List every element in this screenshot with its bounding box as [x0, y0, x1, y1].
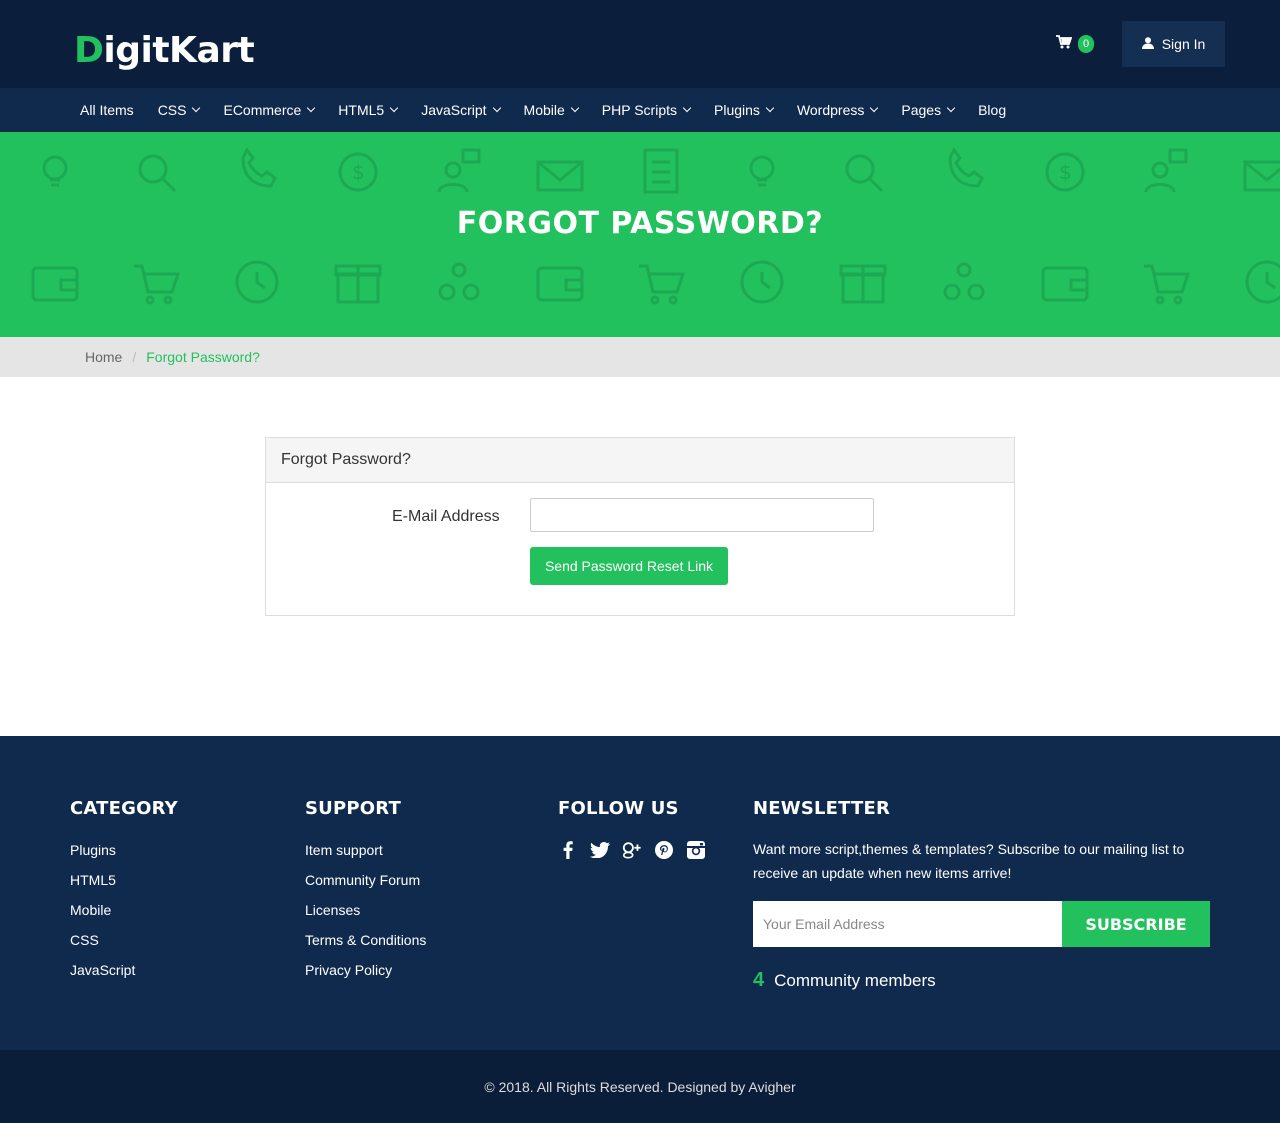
- logo-initial: D: [74, 30, 104, 71]
- category-link[interactable]: Plugins: [70, 841, 178, 871]
- copyright-text: © 2018. All Rights Reserved. Designed by…: [484, 1078, 796, 1095]
- support-link[interactable]: Licenses: [305, 901, 426, 931]
- copyright-bar: © 2018. All Rights Reserved. Designed by…: [0, 1050, 1280, 1123]
- nav-item-label: All Items: [80, 102, 134, 118]
- chevron-down-icon: [389, 103, 399, 113]
- user-icon: [1141, 36, 1154, 52]
- community-label: Community members: [774, 971, 936, 990]
- chevron-down-icon: [307, 103, 316, 113]
- site-logo[interactable]: DigitKart: [74, 30, 255, 72]
- breadcrumb-current: Forgot Password?: [146, 349, 260, 365]
- logo-text: igitKart: [103, 30, 255, 71]
- svg-text:$: $: [352, 160, 365, 184]
- cart-icon: [1056, 34, 1073, 54]
- chevron-down-icon: [946, 103, 956, 113]
- email-label: E-Mail Address: [392, 508, 500, 525]
- nav-item-label: CSS: [157, 102, 187, 118]
- nav-item-mobile[interactable]: Mobile: [523, 102, 580, 118]
- nav-item-label: Plugins: [714, 102, 760, 118]
- category-list: Plugins HTML5 Mobile CSS JavaScript: [70, 841, 178, 991]
- footer-follow-title: FOLLOW US: [558, 798, 679, 819]
- nav-item-pages[interactable]: Pages: [901, 102, 956, 118]
- cart-count-badge: 0: [1078, 35, 1095, 53]
- nav-item-label: Wordpress: [796, 102, 865, 118]
- sign-in-button[interactable]: Sign In: [1122, 21, 1225, 67]
- support-link[interactable]: Community Forum: [305, 871, 426, 901]
- nav-item-label: Blog: [978, 102, 1007, 118]
- nav-item-plugins[interactable]: Plugins: [714, 102, 775, 118]
- nav-item-blog[interactable]: Blog: [978, 102, 1006, 118]
- category-link[interactable]: Mobile: [70, 901, 178, 931]
- nav-item-label: Mobile: [523, 102, 565, 118]
- main-content: Forgot Password? E-Mail Address Send Pas…: [0, 377, 1280, 736]
- support-link[interactable]: Item support: [305, 841, 426, 871]
- main-nav: All Items CSS ECommerce HTML5 JavaScript Mobi…: [0, 88, 1280, 132]
- category-link[interactable]: CSS: [70, 931, 178, 961]
- category-link[interactable]: JavaScript: [70, 961, 178, 991]
- newsletter-email-input[interactable]: [753, 901, 1062, 947]
- top-header: DigitKart 0 Sign In: [0, 0, 1280, 88]
- nav-item-php-scripts[interactable]: PHP Scripts: [601, 102, 692, 118]
- nav-item-all-items[interactable]: All Items: [80, 102, 134, 118]
- nav-item-label: JavaScript: [421, 102, 487, 118]
- page-hero: $ $ FORGOT PASSWORD?: [0, 132, 1280, 337]
- social-links: [558, 839, 706, 861]
- svg-text:$: $: [1059, 160, 1072, 184]
- category-link[interactable]: HTML5: [70, 871, 178, 901]
- footer-category-title: CATEGORY: [70, 798, 178, 819]
- footer-newsletter-title: NEWSLETTER: [753, 798, 891, 819]
- chevron-down-icon: [192, 103, 201, 113]
- nav-item-wordpress[interactable]: Wordpress: [796, 102, 879, 118]
- chevron-down-icon: [492, 103, 501, 113]
- support-list: Item support Community Forum Licenses Terms…: [305, 841, 426, 991]
- footer-support: SUPPORT Item support Community Forum Licen…: [305, 798, 426, 991]
- panel-title: Forgot Password?: [266, 438, 1014, 483]
- chevron-down-icon: [765, 103, 775, 113]
- nav-item-label: PHP Scripts: [601, 102, 678, 118]
- cart-button[interactable]: 0: [1056, 34, 1095, 54]
- footer-support-title: SUPPORT: [305, 798, 401, 819]
- footer-category: CATEGORY Plugins HTML5 Mobile CSS JavaScript: [70, 798, 178, 991]
- footer-newsletter: NEWSLETTER Want more script,themes & tem…: [753, 798, 1213, 992]
- newsletter-form: SUBSCRIBE: [753, 901, 1210, 947]
- send-reset-link-button[interactable]: Send Password Reset Link: [530, 547, 728, 585]
- community-count: 4: [753, 969, 765, 991]
- forgot-password-panel: Forgot Password? E-Mail Address Send Pas…: [265, 437, 1015, 616]
- google-plus-icon[interactable]: [622, 839, 642, 861]
- page-title: FORGOT PASSWORD?: [456, 206, 824, 241]
- nav-item-css[interactable]: CSS: [157, 102, 201, 118]
- facebook-icon[interactable]: [558, 839, 578, 861]
- nav-item-label: Pages: [901, 102, 942, 118]
- pinterest-icon[interactable]: [654, 839, 674, 861]
- breadcrumb: Home / Forgot Password?: [0, 337, 1280, 377]
- nav-item-ecommerce[interactable]: ECommerce: [223, 102, 316, 118]
- chevron-down-icon: [570, 103, 580, 113]
- footer: CATEGORY Plugins HTML5 Mobile CSS JavaScript…: [0, 736, 1280, 1050]
- nav-item-html5[interactable]: HTML5: [338, 102, 399, 118]
- footer-follow: FOLLOW US: [558, 798, 706, 861]
- subscribe-button[interactable]: SUBSCRIBE: [1062, 901, 1210, 947]
- nav-item-javascript[interactable]: JavaScript: [421, 102, 501, 118]
- breadcrumb-separator: /: [132, 349, 137, 365]
- newsletter-description: Want more script,themes & templates? Sub…: [753, 841, 1185, 881]
- email-input[interactable]: [530, 498, 874, 532]
- chevron-down-icon: [870, 103, 879, 113]
- sign-in-label: Sign In: [1161, 36, 1206, 52]
- breadcrumb-home[interactable]: Home: [85, 349, 122, 365]
- support-link[interactable]: Terms & Conditions: [305, 931, 426, 961]
- nav-item-label: ECommerce: [223, 102, 302, 118]
- chevron-down-icon: [682, 103, 692, 113]
- community-members: 4 Community members: [753, 969, 1213, 992]
- support-link[interactable]: Privacy Policy: [305, 961, 426, 991]
- instagram-icon[interactable]: [686, 839, 706, 861]
- twitter-icon[interactable]: [590, 839, 610, 861]
- nav-item-label: HTML5: [338, 102, 385, 118]
